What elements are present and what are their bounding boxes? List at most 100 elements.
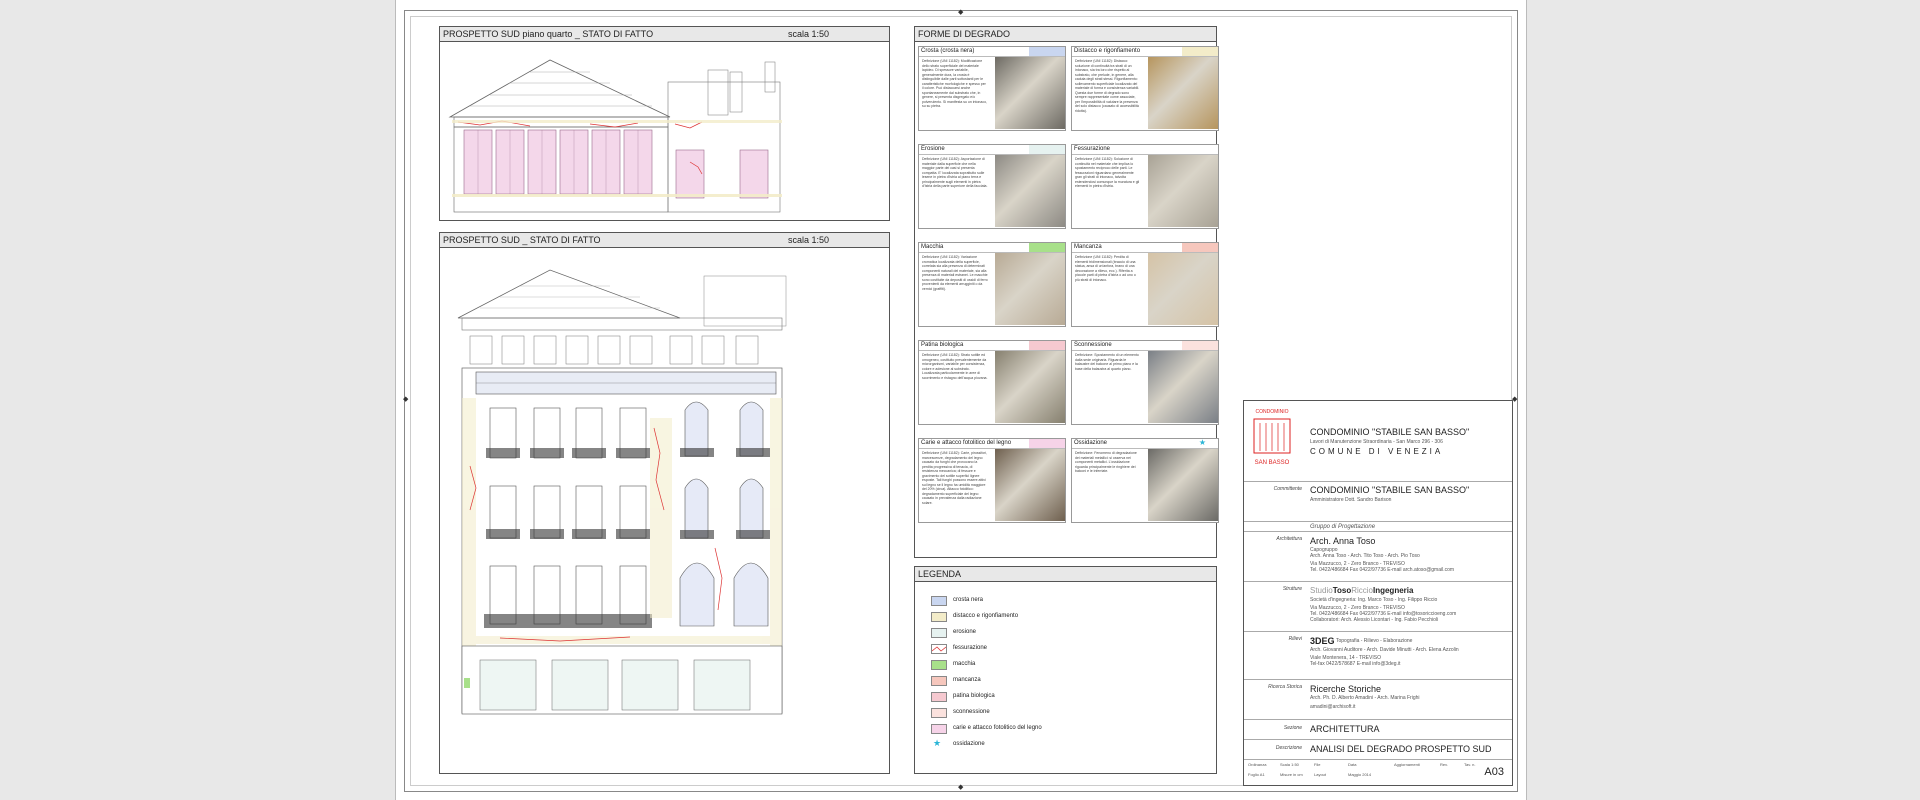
degrado-card-header: Fessurazione bbox=[1072, 145, 1218, 155]
degrado-card-photo bbox=[995, 351, 1065, 423]
degrado-card-photo bbox=[995, 449, 1065, 521]
comune-label: COMUNE DI VENEZIA bbox=[1310, 447, 1444, 456]
degrado-card-definition: Definizione (UNI 11182): Perdita di elem… bbox=[1075, 255, 1136, 282]
legenda-panel: LEGENDA crosta nera distacco e rigonfiame… bbox=[914, 566, 1217, 774]
condo-title: CONDOMINIO "STABILE SAN BASSO" bbox=[1310, 427, 1470, 437]
legenda-title-bar: LEGENDA bbox=[915, 567, 1216, 582]
legend-swatch bbox=[931, 596, 947, 606]
legend-swatch bbox=[931, 660, 947, 670]
legend-label: crosta nera bbox=[953, 597, 984, 603]
degrado-card: Fessurazione Definizione (UNI 11182): Sol… bbox=[1071, 144, 1219, 229]
legend-label: ossidazione bbox=[953, 741, 985, 747]
legenda-title: LEGENDA bbox=[918, 569, 962, 579]
degrado-card-title: Carie e attacco fotolitico del legno bbox=[921, 440, 1012, 446]
upper-elevation-title: PROSPETTO SUD piano quarto _ STATO DI FA… bbox=[443, 29, 654, 39]
degrado-card-definition: Definizione (UNI 11182): Variazione crom… bbox=[922, 255, 988, 291]
logo-building-icon bbox=[1253, 418, 1291, 454]
degrado-card-photo bbox=[1148, 57, 1218, 129]
degrado-card-title: Fessurazione bbox=[1074, 146, 1111, 152]
lower-elevation-scale: scala 1:50 bbox=[787, 235, 829, 245]
degrado-card-header: Crosta (crosta nera) bbox=[919, 47, 1065, 57]
degrado-card-header: Ossidazione ★ bbox=[1072, 438, 1218, 449]
degrado-card-swatch bbox=[1182, 145, 1218, 154]
degrado-card-photo bbox=[1148, 351, 1218, 423]
degrado-card-definition: Definizione (UNI 11182): Distacco: soluz… bbox=[1075, 59, 1140, 113]
degrado-card-definition: Definizione: Spostamento di un elemento … bbox=[1075, 353, 1139, 371]
degrado-card: Distacco e rigonfiamento Definizione (UNI… bbox=[1071, 46, 1219, 131]
crack-line-icon bbox=[931, 646, 947, 652]
degrado-card-title: Mancanza bbox=[1074, 244, 1102, 250]
title-block: CONDOMINIO SAN BASSO CONDOMINIO "STABILE… bbox=[1243, 400, 1513, 786]
lower-elevation-title: PROSPETTO SUD _ STATO DI FATTO bbox=[443, 235, 601, 245]
legend-label: carie e attacco fotolitico del legno bbox=[953, 725, 1042, 731]
logo-bottom-text: SAN BASSO bbox=[1254, 460, 1290, 466]
degrado-card-swatch: ★ bbox=[1182, 438, 1218, 448]
upper-elevation-title-bar: PROSPETTO SUD piano quarto _ STATO DI FA… bbox=[440, 27, 889, 42]
degrado-card-header: Carie e attacco fotolitico del legno bbox=[919, 439, 1065, 449]
architettura-row: Architettura Arch. Anna Toso Capogruppo … bbox=[1244, 531, 1512, 573]
upper-elevation-drawing bbox=[448, 59, 782, 213]
star-icon: ★ bbox=[933, 738, 942, 748]
degrado-card-photo bbox=[995, 155, 1065, 227]
forme-title-bar: FORME DI DEGRADO bbox=[915, 27, 1216, 42]
legend-swatch: ★ bbox=[931, 738, 945, 748]
upper-elevation-scale: scala 1:50 bbox=[787, 29, 829, 39]
legend-swatch bbox=[931, 676, 947, 686]
degrado-card-title: Sconnessione bbox=[1074, 342, 1112, 348]
rilievi-row: Rilievi 3DEG Topografia - Rilievo - Elab… bbox=[1244, 631, 1512, 667]
degrado-card-definition: Definizione (UNI 11182): Asportazione di… bbox=[922, 157, 988, 188]
degrado-card-definition: Definizione (UNI 11182): Soluzione di co… bbox=[1075, 157, 1140, 188]
degrado-card: Patina biologica Definizione (UNI 11182):… bbox=[918, 340, 1066, 425]
legend-label: sconnessione bbox=[953, 709, 990, 715]
legend-label: mancanza bbox=[953, 677, 981, 683]
degrado-card: Carie e attacco fotolitico del legno Defi… bbox=[918, 438, 1066, 523]
degrado-card: Mancanza Definizione (UNI 11182): Perdita… bbox=[1071, 242, 1219, 327]
legend-swatch bbox=[931, 628, 947, 638]
degrado-card-photo bbox=[1148, 253, 1218, 325]
degrado-card-photo bbox=[995, 57, 1065, 129]
degrado-card-swatch bbox=[1182, 243, 1218, 252]
degrado-card-header: Mancanza bbox=[1072, 243, 1218, 253]
degrado-card-definition: Definizione (UNI 11182): Carie, pirossif… bbox=[922, 451, 988, 505]
degrado-card: Sconnessione Definizione: Spostamento di … bbox=[1071, 340, 1219, 425]
legend-swatch bbox=[931, 644, 947, 654]
studio-logo: StudioTosoRiccioIngegneria bbox=[1310, 586, 1414, 595]
degrado-card-definition: Definizione: Fenomeno di degradazione de… bbox=[1075, 451, 1137, 473]
degrado-card-photo bbox=[1148, 155, 1218, 227]
works-description: Lavori di Manutenzione Straordinaria - S… bbox=[1310, 439, 1443, 445]
committente-row: Committente CONDOMINIO "STABILE SAN BASS… bbox=[1244, 481, 1512, 503]
degrado-card: Crosta (crosta nera) Definizione (UNI 111… bbox=[918, 46, 1066, 131]
lower-elevation-drawing bbox=[457, 269, 787, 715]
degrado-card-header: Patina biologica bbox=[919, 341, 1065, 351]
degrado-card: Erosione Definizione (UNI 11182): Asporta… bbox=[918, 144, 1066, 229]
strutture-row: Strutture StudioTosoRiccioIngegneria Soc… bbox=[1244, 581, 1512, 623]
legend-swatch bbox=[931, 708, 947, 718]
lower-elevation-panel: PROSPETTO SUD _ STATO DI FATTO scala 1:5… bbox=[439, 232, 890, 774]
degrado-card-swatch bbox=[1182, 47, 1218, 56]
degrado-card-swatch bbox=[1029, 47, 1065, 56]
degrado-card-title: Crosta (crosta nera) bbox=[921, 48, 975, 54]
upper-window-shutters bbox=[463, 129, 769, 199]
registration-mark-left: ◆ bbox=[403, 396, 409, 403]
legend-swatch bbox=[931, 724, 947, 734]
degrado-card-swatch bbox=[1029, 243, 1065, 252]
lower-elevation-title-bar: PROSPETTO SUD _ STATO DI FATTO scala 1:5… bbox=[440, 233, 889, 248]
forme-title: FORME DI DEGRADO bbox=[918, 29, 1011, 39]
degrado-card-photo bbox=[995, 253, 1065, 325]
main-windows-left bbox=[489, 407, 647, 625]
upper-elevation-panel: PROSPETTO SUD piano quarto _ STATO DI FA… bbox=[439, 26, 890, 221]
legend-label: distacco e rigonfiamento bbox=[953, 613, 1019, 619]
footer-row: Ordinanza Foglio A1 Scala 1:50 Misure in… bbox=[1244, 759, 1512, 785]
degrado-card-header: Macchia bbox=[919, 243, 1065, 253]
degrado-card-title: Erosione bbox=[921, 146, 945, 152]
degrado-card-header: Erosione bbox=[919, 145, 1065, 155]
degrado-card-swatch bbox=[1182, 341, 1218, 350]
degrado-card-title: Distacco e rigonfiamento bbox=[1074, 48, 1141, 54]
degrado-card-swatch bbox=[1029, 145, 1065, 154]
degrado-card-title: Patina biologica bbox=[921, 342, 964, 348]
condominio-logo: CONDOMINIO SAN BASSO bbox=[1250, 409, 1294, 469]
degrado-card: Macchia Definizione (UNI 11182): Variazio… bbox=[918, 242, 1066, 327]
degrado-card-title: Ossidazione bbox=[1074, 440, 1108, 446]
degrado-card-definition: Definizione (UNI 11182): Strato sottile … bbox=[922, 353, 988, 380]
registration-mark-top: ◆ bbox=[958, 9, 964, 16]
